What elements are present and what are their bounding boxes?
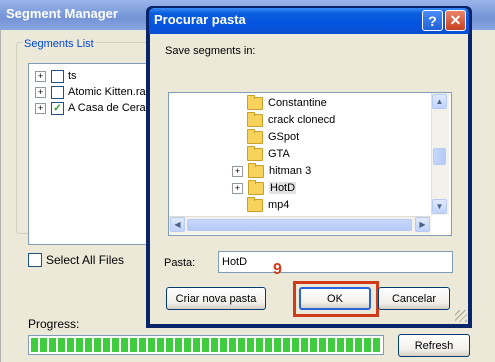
folder-icon [248,179,264,195]
checkbox[interactable] [51,69,64,83]
refresh-button[interactable]: Refresh [398,334,470,357]
window-title: Segment Manager [6,6,118,21]
folder-item[interactable]: GTA [247,145,290,162]
folder-icon [247,94,263,110]
folder-item[interactable]: mp4 [247,196,290,213]
expand-icon[interactable]: + [35,86,46,98]
checkbox-checked[interactable]: ✓ [51,101,64,115]
folder-item-selected[interactable]: + HotD [232,179,297,196]
cancel-button[interactable]: Cancelar [378,287,450,310]
folder-label: hitman 3 [269,165,312,177]
help-button[interactable]: ? [422,10,443,31]
close-button[interactable]: ✕ [445,10,466,31]
tree-item-label: A Casa de Cera [68,102,146,114]
folder-item[interactable]: crack clonecd [247,111,336,128]
folder-label: GSpot [268,131,300,143]
folder-item[interactable]: Constantine [247,94,327,111]
vertical-scroll-thumb[interactable] [433,148,446,165]
folder-item[interactable]: GSpot [247,128,300,145]
step-number-annotation: 9 [273,261,282,278]
expand-icon[interactable]: + [232,165,243,177]
horizontal-scroll-thumb[interactable] [187,219,412,231]
segments-tree[interactable]: + ts + Atomic Kitten.ram + ✓ A Casa de C… [28,63,154,245]
expand-icon[interactable]: + [35,102,46,114]
folder-label: mp4 [268,199,290,211]
folder-item[interactable]: + hitman 3 [232,162,312,179]
folder-name-input[interactable] [218,251,453,273]
folder-icon [247,111,263,127]
expand-icon[interactable]: + [35,70,46,82]
resize-grip-icon[interactable] [455,310,467,322]
scroll-down-icon[interactable]: ▼ [432,199,447,214]
folder-icon [247,145,263,161]
new-folder-button[interactable]: Criar nova pasta [166,287,266,310]
folder-label: HotD [269,182,297,194]
progress-fill [31,338,381,352]
ok-button[interactable]: OK [299,287,371,310]
folder-icon [247,128,263,144]
checkbox[interactable] [28,253,42,267]
tree-item-label: Atomic Kitten.ram [68,86,154,98]
tree-item-label: ts [68,70,77,82]
segments-list-label: Segments List [22,38,96,50]
save-segments-label: Save segments in: [165,45,256,57]
folder-icon [248,162,264,178]
folder-label: Constantine [268,97,327,109]
progress-label: Progress: [28,317,80,331]
scroll-left-icon[interactable]: ◀ [170,217,185,232]
tree-item[interactable]: + Atomic Kitten.ram [35,84,154,100]
folder-tree[interactable]: Constantine crack clonecd GSpot GTA + hi… [168,92,452,236]
folder-icon [247,196,263,212]
folder-field-label: Pasta: [164,257,196,269]
scroll-up-icon[interactable]: ▲ [432,94,447,109]
select-all-checkbox[interactable]: Select All Files [28,253,124,267]
checkbox[interactable] [51,85,64,99]
select-all-label: Select All Files [46,253,125,267]
dialog-title: Procurar pasta [154,12,246,27]
folder-label: crack clonecd [268,114,336,126]
tree-item[interactable]: + ✓ A Casa de Cera [35,100,146,116]
scroll-right-icon[interactable]: ▶ [415,217,430,232]
expand-icon[interactable]: + [232,182,243,194]
tree-item[interactable]: + ts [35,68,77,84]
folder-label: GTA [268,148,290,160]
progress-bar [28,335,384,355]
